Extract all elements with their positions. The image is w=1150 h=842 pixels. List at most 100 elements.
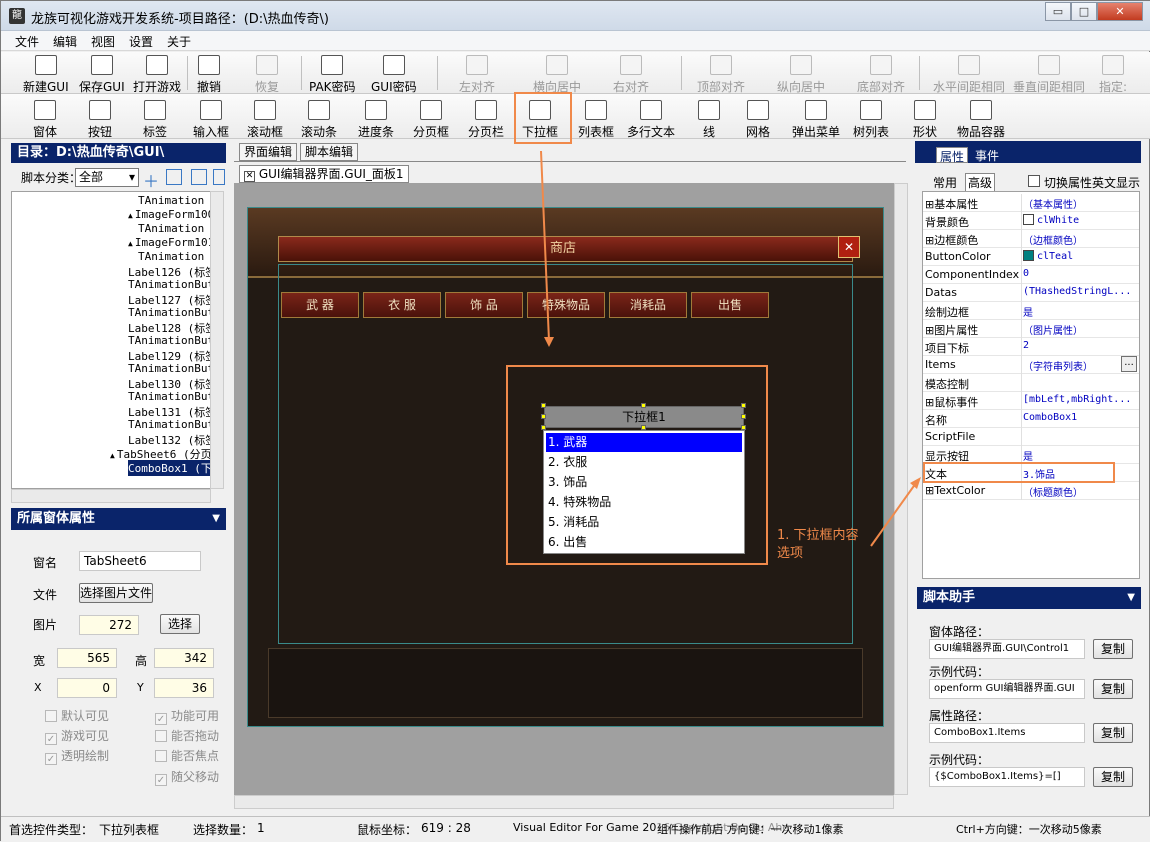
ellipsis-button[interactable]: ... <box>1121 356 1137 372</box>
toolbar-button-5[interactable]: PAK密码 <box>309 55 356 95</box>
choose-button[interactable]: 选择 <box>160 614 200 634</box>
tree-item[interactable]: TAnimationBut <box>128 418 214 431</box>
close-button[interactable]: ✕ <box>1097 2 1143 21</box>
property-row[interactable]: ⊞边框颜色 （边框颜色） <box>923 230 1139 248</box>
collapse-icon[interactable]: ▼ <box>212 508 220 530</box>
toolbar-button-13[interactable]: 水平间距相同 <box>933 55 1005 95</box>
toolbar-button-15[interactable]: 指定: <box>1099 55 1127 95</box>
tab-events[interactable]: 事件 <box>972 147 1002 163</box>
expand-icon[interactable]: ▲ <box>110 451 115 460</box>
component-button-scrollbox[interactable]: 滚动框 <box>247 100 283 140</box>
component-button-item-container[interactable]: 物品容器 <box>957 100 1005 140</box>
menu-file[interactable]: 文件 <box>15 33 39 50</box>
prop-path-input[interactable]: ComboBox1.Items <box>929 723 1085 743</box>
add-folder-icon[interactable] <box>166 169 182 185</box>
component-button-pagebar[interactable]: 分页栏 <box>468 100 504 140</box>
component-button-pagebox[interactable]: 分页框 <box>413 100 449 140</box>
property-row[interactable]: ScriptFile <box>923 428 1139 446</box>
toolbar-button-14[interactable]: 垂直间距相同 <box>1013 55 1085 95</box>
form-checkbox[interactable]: ✓ 透明绘制 <box>45 747 109 765</box>
property-row[interactable]: ⊞基本属性 （基本属性） <box>923 194 1139 212</box>
component-button-button[interactable]: 按钮 <box>88 100 112 140</box>
form-pic-input[interactable]: 272 <box>79 615 139 635</box>
toolbar-button-3[interactable]: 撤销 <box>197 55 221 95</box>
toolbar-button-2[interactable]: 打开游戏 <box>133 55 181 95</box>
component-button-form[interactable]: 窗体 <box>33 100 57 140</box>
form-checkbox[interactable]: 能否拖动 <box>155 727 219 744</box>
example1-input[interactable]: openform GUI编辑器界面.GUI <box>929 679 1085 699</box>
tree-item[interactable]: ▲ ImageForm100 <box>128 208 214 221</box>
tree-hscroll[interactable] <box>11 489 211 503</box>
component-button-progress[interactable]: 进度条 <box>358 100 394 140</box>
component-button-label[interactable]: 标签 <box>143 100 167 140</box>
component-button-listbox[interactable]: 列表框 <box>578 100 614 140</box>
tab-script-edit[interactable]: 脚本编辑 <box>300 143 359 161</box>
toolbar-button-1[interactable]: 保存GUI <box>79 55 125 95</box>
menu-settings[interactable]: 设置 <box>129 33 153 50</box>
toolbar-button-10[interactable]: 顶部对齐 <box>697 55 745 95</box>
toolbar-button-6[interactable]: GUI密码 <box>371 55 417 95</box>
component-button-input[interactable]: 输入框 <box>193 100 229 140</box>
toolbar-button-8[interactable]: 横向居中 <box>533 55 581 95</box>
expand-icon[interactable]: ▲ <box>128 211 133 220</box>
shop-tab[interactable]: 衣 服 <box>363 292 441 318</box>
copy-icon[interactable] <box>191 169 207 185</box>
copy-prop-path-button[interactable]: 复制 <box>1093 723 1133 743</box>
doc-close-icon[interactable]: ✕ <box>244 171 255 182</box>
form-height-input[interactable]: 342 <box>154 648 214 668</box>
example2-input[interactable]: {$ComboBox1.Items}=[] <box>929 767 1085 787</box>
toolbar-button-7[interactable]: 左对齐 <box>459 55 495 95</box>
form-checkbox[interactable]: ✓ 随父移动 <box>155 768 219 786</box>
tab-ui-edit[interactable]: 界面编辑 <box>239 143 298 161</box>
component-button-shape[interactable]: 形状 <box>913 100 937 140</box>
property-row[interactable]: Datas (THashedStringL... <box>923 284 1139 302</box>
tree-item[interactable]: ComboBox1 (下 <box>128 460 212 476</box>
tree-item[interactable]: TAnimation <box>138 250 204 263</box>
component-button-memo[interactable]: 多行文本 <box>627 100 675 140</box>
toolbar-button-9[interactable]: 右对齐 <box>613 55 649 95</box>
tree-item[interactable]: TAnimationBut <box>128 390 214 403</box>
toolbar-button-0[interactable]: 新建GUI <box>23 55 69 95</box>
property-row[interactable]: 背景颜色 clWhite <box>923 212 1139 230</box>
property-row[interactable]: ComponentIndex 0 <box>923 266 1139 284</box>
collapse-icon[interactable]: ▼ <box>1127 587 1135 609</box>
tree-item[interactable]: TAnimation <box>138 194 204 207</box>
component-button-grid[interactable]: 网格 <box>746 100 770 140</box>
form-checkbox[interactable]: ✓ 游戏可见 <box>45 727 109 745</box>
property-row[interactable]: 模态控制 <box>923 374 1139 392</box>
canvas-hscroll[interactable] <box>234 795 894 809</box>
component-button-tree[interactable]: 树列表 <box>853 100 889 140</box>
property-row[interactable]: Items （字符串列表）... <box>923 356 1139 374</box>
menu-about[interactable]: 关于 <box>167 33 191 50</box>
tree-vscroll[interactable] <box>210 191 224 489</box>
add-icon[interactable]: ＋ <box>143 168 159 192</box>
form-checkbox[interactable]: ✓ 功能可用 <box>155 707 219 725</box>
menu-view[interactable]: 视图 <box>91 33 115 50</box>
subtab-advanced[interactable]: 高级 <box>965 173 996 192</box>
property-row[interactable]: ⊞鼠标事件 [mbLeft,mbRight... <box>923 392 1139 410</box>
form-name-input[interactable]: TabSheet6 <box>79 551 201 571</box>
property-row[interactable]: 绘制边框 是 <box>923 302 1139 320</box>
form-width-input[interactable]: 565 <box>57 648 117 668</box>
doc-tab[interactable]: ✕ GUI编辑器界面.GUI_面板1 <box>239 165 409 183</box>
choose-image-file-button[interactable]: 选择图片文件 <box>79 583 153 603</box>
tree-item[interactable]: ▲ ImageForm101 <box>128 236 214 249</box>
tree-item[interactable]: TAnimationBut <box>128 278 214 291</box>
maximize-button[interactable]: □ <box>1071 2 1097 21</box>
component-button-scrollbar[interactable]: 滚动条 <box>301 100 337 140</box>
tree-item[interactable]: TAnimationBut <box>128 306 214 319</box>
copy-example2-button[interactable]: 复制 <box>1093 767 1133 787</box>
switch-english-checkbox[interactable] <box>1028 175 1040 187</box>
form-y-input[interactable]: 36 <box>154 678 214 698</box>
toolbar-button-11[interactable]: 纵向居中 <box>777 55 825 95</box>
component-button-popup-menu[interactable]: 弹出菜单 <box>792 100 840 140</box>
form-checkbox[interactable]: 能否焦点 <box>155 747 219 764</box>
subtab-common[interactable]: 常用 <box>933 174 957 191</box>
expand-icon[interactable]: ▲ <box>128 239 133 248</box>
toolbar-button-12[interactable]: 底部对齐 <box>857 55 905 95</box>
tree-item[interactable]: TAnimationBut <box>128 334 214 347</box>
form-x-input[interactable]: 0 <box>57 678 117 698</box>
tree-item[interactable]: TAnimation <box>138 222 204 235</box>
minimize-button[interactable]: ▭ <box>1045 2 1071 21</box>
component-button-line[interactable]: 线 <box>698 100 720 140</box>
